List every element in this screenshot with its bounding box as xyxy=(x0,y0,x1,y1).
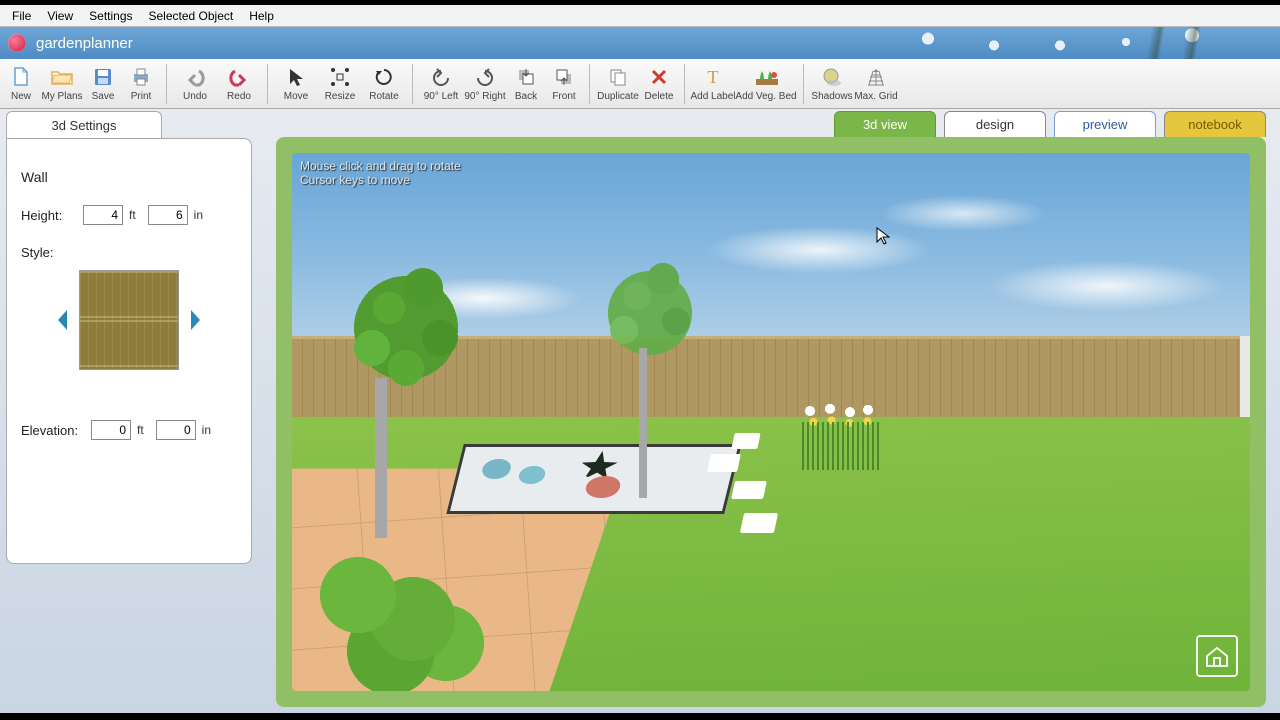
bring-front-icon xyxy=(552,66,576,88)
elevation-in-input[interactable] xyxy=(156,420,196,440)
mouse-cursor-icon xyxy=(876,227,890,247)
undo-icon xyxy=(183,66,207,88)
delete-icon xyxy=(647,66,671,88)
duplicate-icon xyxy=(606,66,630,88)
bring-front-button[interactable]: Front xyxy=(545,61,583,106)
tab-preview[interactable]: preview xyxy=(1054,111,1156,137)
shadows-button[interactable]: Shadows xyxy=(810,61,854,106)
style-label: Style: xyxy=(21,245,237,260)
canvas-frame: Mouse click and drag to rotate Cursor ke… xyxy=(276,137,1266,707)
render-viewport[interactable]: Mouse click and drag to rotate Cursor ke… xyxy=(292,153,1250,691)
undo-button[interactable]: Undo xyxy=(173,61,217,106)
tab-3d-view[interactable]: 3d view xyxy=(834,111,936,137)
new-button[interactable]: New xyxy=(2,61,40,106)
my-plans-button[interactable]: My Plans xyxy=(40,61,84,106)
height-label: Height: xyxy=(21,208,77,223)
app-logo-icon xyxy=(8,34,26,52)
delete-button[interactable]: Delete xyxy=(640,61,678,106)
rotate-button[interactable]: Rotate xyxy=(362,61,406,106)
rotate-left-button[interactable]: 90° Left xyxy=(419,61,463,106)
print-button[interactable]: Print xyxy=(122,61,160,106)
style-prev-button[interactable] xyxy=(51,300,73,340)
duplicate-button[interactable]: Duplicate xyxy=(596,61,640,106)
tab-design[interactable]: design xyxy=(944,111,1046,137)
tab-notebook[interactable]: notebook xyxy=(1164,111,1266,137)
viewport-hint: Mouse click and drag to rotate Cursor ke… xyxy=(300,159,461,187)
rotate-icon xyxy=(372,66,396,88)
folder-open-icon xyxy=(50,66,74,88)
chevron-right-icon xyxy=(189,308,203,332)
resize-button[interactable]: Resize xyxy=(318,61,362,106)
elevation-label: Elevation: xyxy=(21,423,85,438)
print-icon xyxy=(129,66,153,88)
rotate-right-button[interactable]: 90° Right xyxy=(463,61,507,106)
rotate-left-icon xyxy=(429,66,453,88)
height-ft-input[interactable] xyxy=(83,205,123,225)
blossom-decor xyxy=(840,27,1280,59)
rotate-right-icon xyxy=(473,66,497,88)
save-icon xyxy=(91,66,115,88)
resize-icon xyxy=(328,66,352,88)
elevation-ft-unit: ft xyxy=(137,423,144,437)
shadow-icon xyxy=(820,66,844,88)
settings-panel: Wall Height: ft in Style: xyxy=(6,138,252,564)
height-in-input[interactable] xyxy=(148,205,188,225)
height-in-unit: in xyxy=(194,208,203,222)
send-back-icon xyxy=(514,66,538,88)
send-back-button[interactable]: Back xyxy=(507,61,545,106)
save-button[interactable]: Save xyxy=(84,61,122,106)
house-icon xyxy=(1203,642,1231,670)
chevron-left-icon xyxy=(55,308,69,332)
style-swatch[interactable] xyxy=(79,270,179,370)
height-ft-unit: ft xyxy=(129,208,136,222)
app-title-band: gardenplanner xyxy=(0,27,1280,59)
svg-text:T: T xyxy=(708,68,719,86)
redo-icon xyxy=(227,66,251,88)
grid-icon xyxy=(864,66,888,88)
object-type-label: Wall xyxy=(21,169,237,185)
menu-file[interactable]: File xyxy=(4,7,39,25)
menu-selected-object[interactable]: Selected Object xyxy=(141,7,242,25)
vegetable-bed-icon xyxy=(754,66,778,88)
new-file-icon xyxy=(9,66,33,88)
menu-settings[interactable]: Settings xyxy=(81,7,140,25)
move-button[interactable]: Move xyxy=(274,61,318,106)
settings-tab[interactable]: 3d Settings xyxy=(6,111,162,139)
elevation-ft-input[interactable] xyxy=(91,420,131,440)
add-veg-bed-button[interactable]: Add Veg. Bed xyxy=(735,61,797,106)
add-label-button[interactable]: T Add Label xyxy=(691,61,735,106)
cursor-icon xyxy=(284,66,308,88)
menu-view[interactable]: View xyxy=(39,7,81,25)
toolbar: New My Plans Save Print Undo R xyxy=(0,59,1280,109)
max-grid-button[interactable]: Max. Grid xyxy=(854,61,898,106)
redo-button[interactable]: Redo xyxy=(217,61,261,106)
menu-bar: File View Settings Selected Object Help xyxy=(0,5,1280,27)
style-next-button[interactable] xyxy=(185,300,207,340)
app-title: gardenplanner xyxy=(36,35,133,52)
elevation-in-unit: in xyxy=(202,423,211,437)
text-icon: T xyxy=(701,66,725,88)
home-view-button[interactable] xyxy=(1196,635,1238,677)
menu-help[interactable]: Help xyxy=(241,7,282,25)
view-tabs: 3d view design preview notebook xyxy=(834,111,1266,137)
